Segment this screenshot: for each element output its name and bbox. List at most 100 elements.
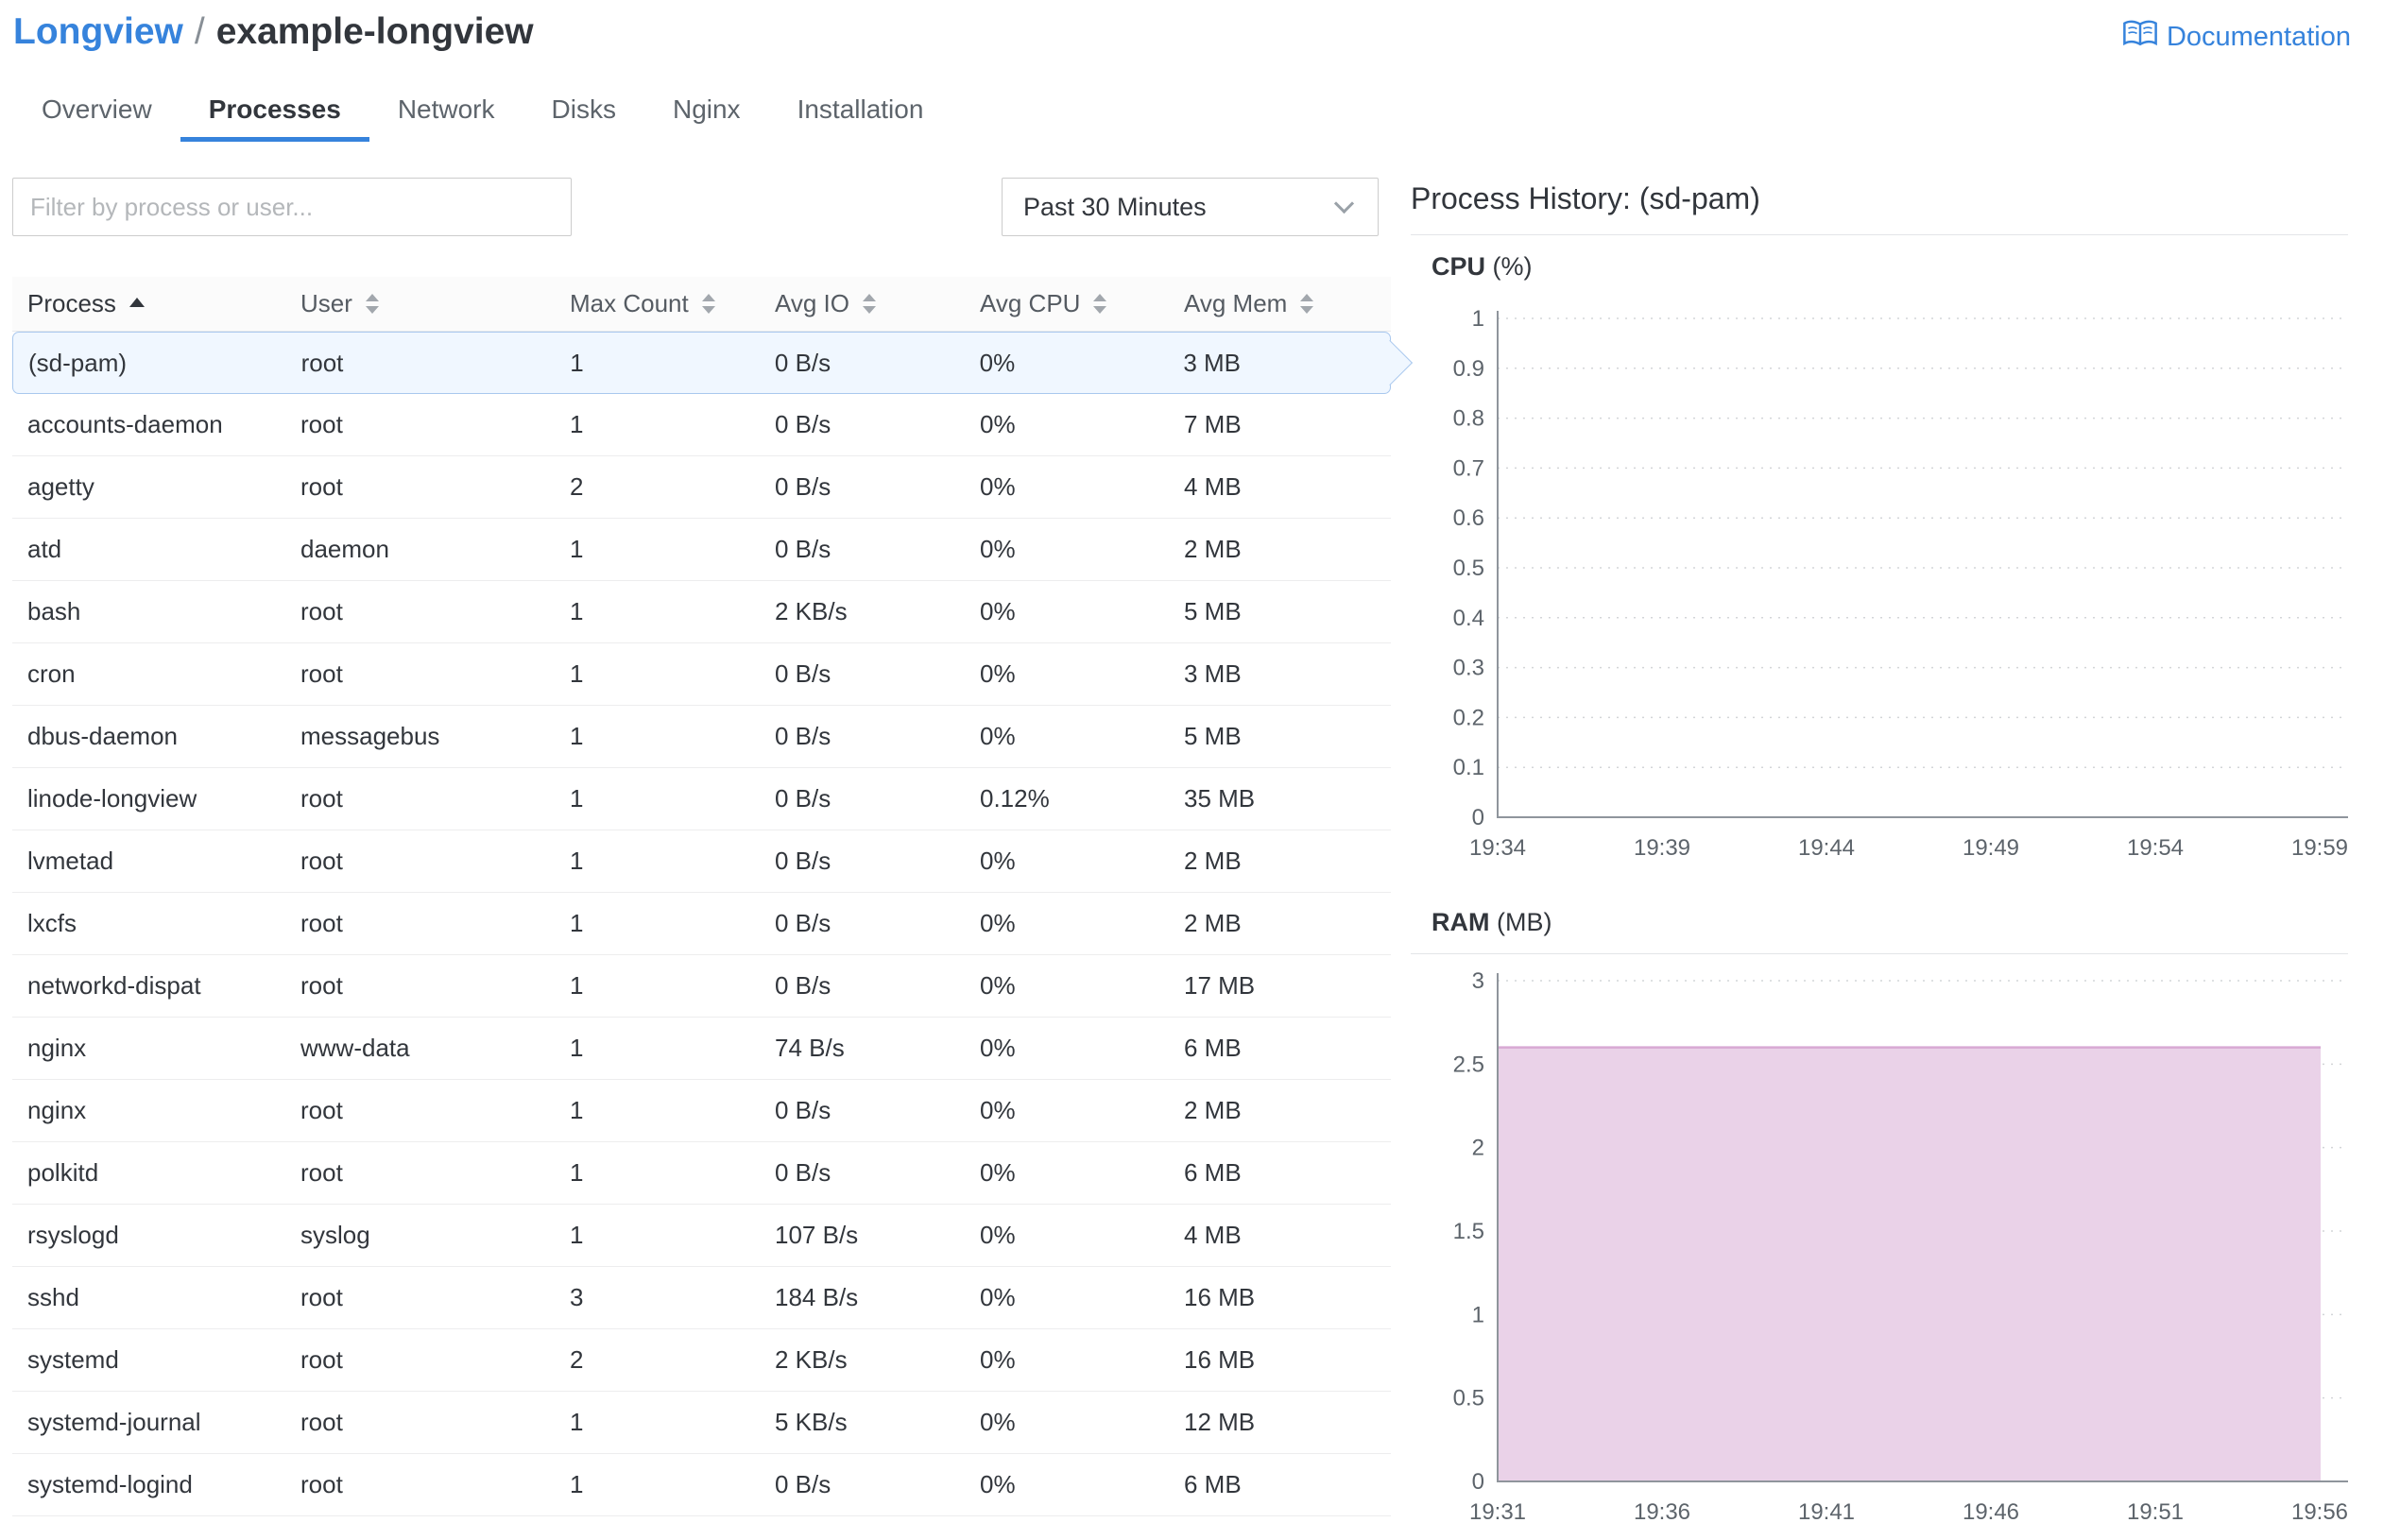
table-row[interactable]: cron root 1 0 B/s 0% 3 MB — [12, 643, 1391, 706]
svg-text:0.1: 0.1 — [1453, 755, 1484, 780]
cell-avg_io: 5 KB/s — [775, 1408, 848, 1436]
sort-icon — [365, 294, 379, 314]
table-row[interactable]: accounts-daemon root 1 0 B/s 0% 7 MB — [12, 394, 1391, 456]
breadcrumb-separator: / — [194, 11, 205, 52]
tab-network[interactable]: Network — [369, 81, 523, 142]
column-header-process[interactable]: Process — [12, 277, 285, 331]
cell-avg_mem: 16 MB — [1184, 1345, 1256, 1374]
selected-row-arrow — [1366, 339, 1414, 386]
cell-process: systemd — [27, 1345, 119, 1374]
tab-disks[interactable]: Disks — [523, 81, 644, 142]
cell-avg_io: 184 B/s — [775, 1283, 859, 1311]
cell-avg_mem: 17 MB — [1184, 971, 1256, 1000]
table-row[interactable]: bash root 1 2 KB/s 0% 5 MB — [12, 581, 1391, 643]
cell-max_count: 1 — [570, 1408, 584, 1436]
cell-user: root — [300, 1470, 343, 1498]
table-row[interactable]: systemd root 2 2 KB/s 0% 16 MB — [12, 1329, 1391, 1392]
divider — [1411, 953, 2348, 954]
cell-process: lvmetad — [27, 847, 114, 875]
cell-process: nginx — [27, 1034, 87, 1062]
table-row[interactable]: nginx root 1 0 B/s 0% 2 MB — [12, 1080, 1391, 1142]
cell-avg_io: 0 B/s — [775, 410, 831, 438]
column-header-avg-io[interactable]: Avg IO — [760, 277, 965, 331]
tab-processes[interactable]: Processes — [180, 81, 369, 142]
column-label: Process — [27, 289, 116, 317]
table-row[interactable]: lxcfs root 1 0 B/s 0% 2 MB — [12, 893, 1391, 955]
cell-avg_io: 74 B/s — [775, 1034, 845, 1062]
table-row[interactable]: (sd-pam) root 1 0 B/s 0% 3 MB — [12, 332, 1414, 394]
svg-text:0.5: 0.5 — [1453, 1386, 1484, 1412]
column-label: Max Count — [570, 289, 689, 317]
cell-max_count: 1 — [570, 909, 584, 937]
svg-text:1.5: 1.5 — [1453, 1219, 1484, 1244]
table-row[interactable]: sshd root 3 184 B/s 0% 16 MB — [12, 1267, 1391, 1329]
sort-icon — [1300, 294, 1314, 314]
column-label: Avg IO — [775, 289, 850, 317]
table-row[interactable]: dbus-daemon messagebus 1 0 B/s 0% 5 MB — [12, 706, 1391, 768]
process-table-body: (sd-pam) root 1 0 B/s 0% 3 MB accounts-daemon r… — [12, 332, 1414, 1516]
table-row[interactable]: networkd-dispat root 1 0 B/s 0% 17 MB — [12, 955, 1391, 1018]
table-row[interactable]: polkitd root 1 0 B/s 0% 6 MB — [12, 1142, 1391, 1205]
cell-user: root — [300, 659, 343, 688]
tab-nginx[interactable]: Nginx — [644, 81, 769, 142]
table-row[interactable]: rsyslogd syslog 1 107 B/s 0% 4 MB — [12, 1205, 1391, 1267]
ram-chart: 0 0.5 1 1.5 2 2.5 3 19:31 19:36 19:41 19:46 19:51 19… — [1453, 968, 2348, 1525]
cell-avg_mem: 5 MB — [1184, 597, 1242, 625]
cpu-chart-title-bold: CPU — [1432, 252, 1486, 281]
cell-avg_cpu: 0% — [980, 1034, 1016, 1062]
table-row[interactable]: systemd-journal root 1 5 KB/s 0% 12 MB — [12, 1392, 1391, 1454]
table-row[interactable]: agetty root 2 0 B/s 0% 4 MB — [12, 456, 1391, 519]
table-row[interactable]: lvmetad root 1 0 B/s 0% 2 MB — [12, 830, 1391, 893]
svg-text:19:39: 19:39 — [1634, 835, 1690, 861]
cell-process: (sd-pam) — [28, 348, 128, 377]
table-row[interactable]: atd daemon 1 0 B/s 0% 2 MB — [12, 519, 1391, 581]
table-row[interactable]: nginx www-data 1 74 B/s 0% 6 MB — [12, 1018, 1391, 1080]
cell-user: root — [300, 847, 343, 875]
svg-text:0.6: 0.6 — [1453, 505, 1484, 531]
documentation-link[interactable]: Documentation — [2123, 19, 2351, 56]
cell-avg_mem: 3 MB — [1184, 659, 1242, 688]
cell-avg_io: 107 B/s — [775, 1221, 859, 1249]
cell-avg_io: 2 KB/s — [775, 1345, 848, 1374]
cell-avg_io: 0 B/s — [775, 1158, 831, 1187]
process-filter-input[interactable] — [12, 178, 572, 236]
cell-process: systemd-logind — [27, 1470, 193, 1498]
column-header-user[interactable]: User — [285, 277, 555, 331]
table-row[interactable]: systemd-logind root 1 0 B/s 0% 6 MB — [12, 1454, 1391, 1516]
column-label: Avg Mem — [1184, 289, 1288, 317]
svg-text:2.5: 2.5 — [1453, 1052, 1484, 1077]
svg-text:0: 0 — [1472, 805, 1484, 830]
time-range-select[interactable]: Past 30 Minutes — [1002, 178, 1379, 236]
cell-max_count: 1 — [570, 784, 584, 813]
sort-icon — [1093, 294, 1107, 314]
cell-user: www-data — [300, 1034, 410, 1062]
tab-bar: Overview Processes Network Disks Nginx Instal… — [13, 81, 951, 142]
cell-user: root — [300, 1408, 343, 1436]
tab-installation[interactable]: Installation — [769, 81, 952, 142]
cell-avg_mem: 2 MB — [1184, 535, 1242, 563]
column-header-max-count[interactable]: Max Count — [555, 277, 760, 331]
cell-user: root — [300, 1096, 343, 1124]
sort-icon — [863, 294, 877, 314]
cpu-chart: 0 0.1 0.2 0.3 0.4 0.5 0.6 0.7 0.8 0.9 1 19:34 19:39 1… — [1453, 306, 2348, 861]
svg-text:19:56: 19:56 — [2291, 1499, 2348, 1525]
cell-avg_cpu: 0% — [979, 348, 1016, 377]
documentation-icon — [2123, 19, 2157, 56]
svg-text:0.8: 0.8 — [1453, 406, 1484, 432]
cell-avg_cpu: 0% — [980, 722, 1016, 750]
divider — [1411, 234, 2348, 235]
cpu-chart-title-unit: (%) — [1492, 252, 1533, 281]
cell-avg_io: 0 B/s — [775, 722, 831, 750]
column-header-avg-mem[interactable]: Avg Mem — [1169, 277, 1391, 331]
cell-max_count: 3 — [570, 1283, 584, 1311]
column-header-avg-cpu[interactable]: Avg CPU — [965, 277, 1169, 331]
cell-max_count: 1 — [570, 1096, 584, 1124]
cell-max_count: 1 — [570, 1158, 584, 1187]
svg-text:19:31: 19:31 — [1469, 1499, 1526, 1525]
column-label: Avg CPU — [980, 289, 1081, 317]
cell-avg_cpu: 0% — [980, 847, 1016, 875]
cell-max_count: 2 — [570, 472, 584, 501]
table-row[interactable]: linode-longview root 1 0 B/s 0.12% 35 MB — [12, 768, 1391, 830]
tab-overview[interactable]: Overview — [13, 81, 180, 142]
breadcrumb-longview-link[interactable]: Longview — [13, 11, 183, 52]
